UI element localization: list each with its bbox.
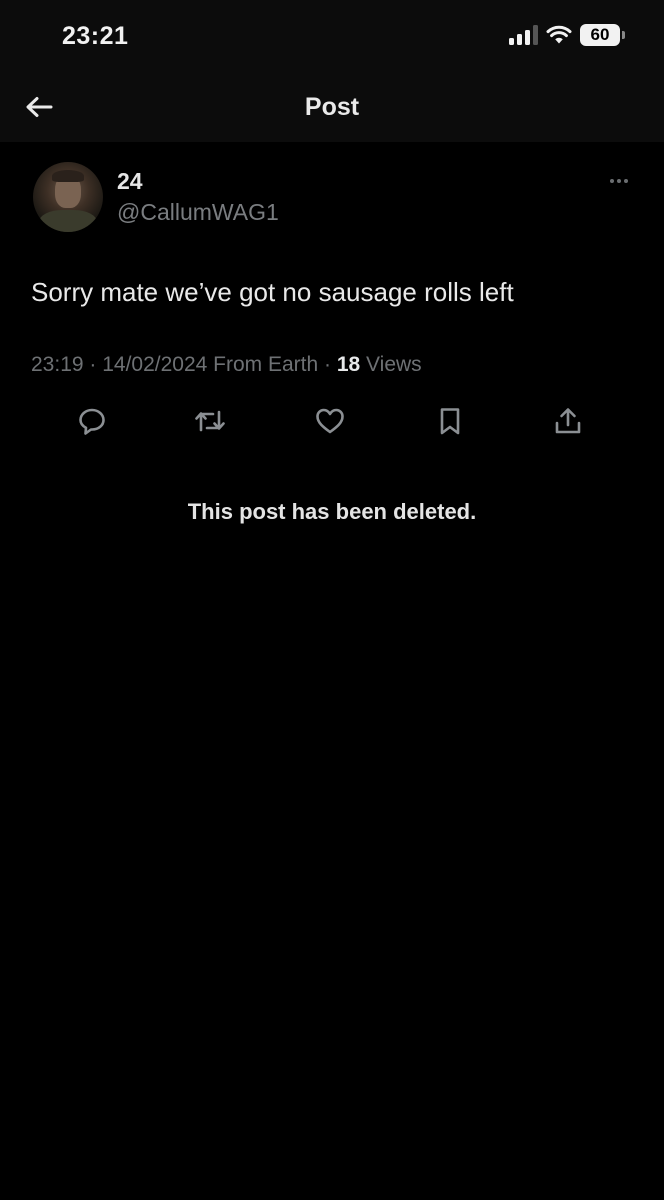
post-meta: 23:19 · 14/02/2024 From Earth · 18 Views	[31, 353, 422, 377]
signal-icon	[509, 25, 538, 45]
repost-icon	[195, 410, 225, 432]
user-handle[interactable]: @CallumWAG1	[117, 199, 279, 226]
status-time: 23:21	[62, 22, 129, 50]
page-title: Post	[304, 93, 360, 121]
like-button[interactable]	[312, 403, 348, 439]
repost-button[interactable]	[192, 403, 228, 439]
avatar[interactable]	[33, 162, 103, 232]
views-count: 18	[336, 353, 361, 376]
views-label: Views	[360, 353, 422, 376]
battery-icon: 60	[580, 24, 625, 46]
reply-button[interactable]	[74, 403, 110, 439]
bookmark-button[interactable]	[432, 403, 468, 439]
deleted-notice: This post has been deleted.	[187, 499, 477, 524]
top-bar: 23:21 60 Post	[0, 0, 664, 142]
more-dots-icon[interactable]	[604, 170, 634, 192]
share-icon	[555, 408, 581, 434]
post-text: Sorry mate we’ve got no sausage rolls le…	[31, 277, 514, 307]
status-icons: 60	[509, 24, 625, 46]
display-name[interactable]: 24	[117, 168, 143, 195]
bookmark-icon	[440, 408, 460, 435]
reply-icon	[79, 408, 105, 435]
share-button[interactable]	[550, 403, 586, 439]
wifi-icon	[546, 25, 572, 44]
like-icon	[316, 408, 344, 434]
post-timestamp-location: 23:19 · 14/02/2024 From Earth ·	[31, 353, 337, 376]
